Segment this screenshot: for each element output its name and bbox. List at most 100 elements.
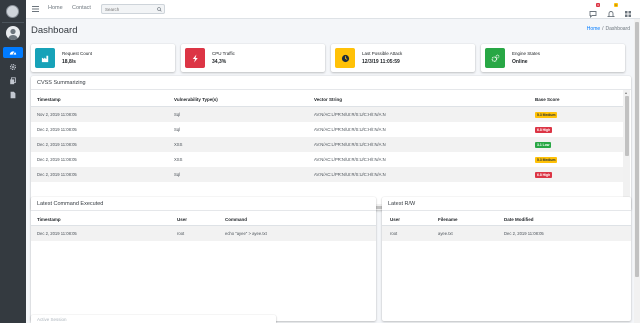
score-badge: 5.3 Medium: [535, 111, 558, 118]
latest-command-card: Latest Command Executed Timestamp User C…: [31, 197, 376, 321]
brand-logo[interactable]: [6, 5, 19, 18]
cell-vector: AV:N/AC:L/PR:N/UI:R/S:U/C:H/I:N/A:N: [314, 142, 386, 147]
table-row: Dec 2, 2019 11:08:05 root echo "ayee" > …: [31, 226, 376, 241]
cvss-card: CVSS Summarizing Timestamp Vulnerability…: [31, 76, 631, 210]
info-box-label: CPU Traffic: [212, 51, 235, 56]
notifications-button[interactable]: 3: [589, 3, 600, 19]
breadcrumb-separator: /: [602, 26, 604, 32]
cell-timestamp: Dec 2, 2019 11:08:05: [37, 231, 77, 236]
messages-badge: 1: [614, 3, 618, 7]
control-sidebar-button[interactable]: [624, 5, 632, 17]
cell-type: XSS: [174, 142, 183, 147]
page-title: Dashboard: [31, 25, 78, 36]
factory-icon: [35, 48, 55, 68]
notifications-badge: 3: [596, 3, 600, 7]
sidebar-item-settings[interactable]: [3, 61, 23, 72]
sidebar-divider: [2, 22, 24, 23]
top-navbar: Home Contact 3 1: [26, 0, 640, 19]
file-icon: [10, 91, 16, 98]
active-session-card: Active Session: [31, 315, 276, 323]
dashboard-icon: [9, 50, 17, 55]
cell-command: echo "ayee" > ayee.txt: [225, 231, 267, 236]
search-button[interactable]: [155, 6, 163, 13]
search-input[interactable]: [105, 6, 153, 13]
breadcrumb-current: Dashboard: [605, 26, 630, 32]
clock-icon: [335, 48, 355, 68]
column-header[interactable]: Command: [225, 217, 247, 222]
cell-date-modified: Dec 2, 2019 11:08:05: [504, 231, 544, 236]
cell-vector: AV:N/AC:L/PR:N/UI:R/S:U/C:H/I:N/A:N: [314, 157, 386, 162]
cell-vector: AV:N/AC:L/PR:N/UI:R/S:U/C:H/I:N/A:N: [314, 172, 386, 177]
column-header[interactable]: Date Modified: [504, 217, 534, 222]
card-title: Latest R/W: [388, 201, 416, 207]
sidebar-item-dashboard[interactable]: [3, 47, 23, 58]
table-row: Dec 2, 2019 11:08:05 Sql AV:N/AC:L/PR:N/…: [31, 167, 623, 182]
scrollbar-thumb[interactable]: [624, 96, 629, 156]
cell-type: Sql: [174, 112, 181, 117]
bell-icon: [606, 11, 616, 18]
comments-icon: [589, 11, 597, 19]
page-scrollbar-thumb[interactable]: [635, 22, 639, 277]
cell-user: root: [177, 231, 185, 236]
sidebar-item-copy[interactable]: [3, 75, 23, 86]
column-header[interactable]: User: [177, 217, 187, 222]
page-scrollbar[interactable]: [634, 19, 640, 323]
column-header[interactable]: Base Score: [535, 97, 560, 102]
info-box-last-attack: Last Possible Attack 12/3/19 11:05:59: [331, 44, 475, 72]
table-row: root ayee.txt Dec 2, 2019 11:08:05: [382, 226, 631, 241]
cell-user: root: [390, 231, 398, 236]
breadcrumb: Home / Dashboard: [587, 26, 630, 32]
info-box-label: Last Possible Attack: [362, 51, 403, 56]
card-title: Active Session: [37, 317, 67, 322]
score-badge: 5.3 Medium: [535, 156, 558, 163]
avatar[interactable]: [6, 26, 20, 40]
column-header[interactable]: Timestamp: [37, 217, 61, 222]
table-row: Dec 2, 2019 11:08:05 XSS AV:N/AC:L/PR:N/…: [31, 137, 623, 152]
cell-vector: AV:N/AC:L/PR:N/UI:R/S:U/C:H/I:N/A:N: [314, 127, 386, 132]
cell-vector: AV:N/AC:L/PR:N/UI:R/S:U/C:H/I:N/A:N: [314, 112, 386, 117]
score-badge: 6.8 High: [535, 171, 553, 178]
vertical-scrollbar[interactable]: [623, 90, 630, 204]
cell-type: XSS: [174, 157, 183, 162]
info-box-label: Engine States: [512, 51, 541, 56]
nav-link-home[interactable]: Home: [48, 5, 63, 11]
cell-timestamp: Dec 2, 2019 11:08:05: [37, 172, 77, 177]
sidebar-item-documents[interactable]: [3, 89, 23, 100]
copy-icon: [10, 76, 16, 84]
card-title: Latest Command Executed: [37, 201, 104, 207]
bolt-icon: [185, 48, 205, 68]
column-header[interactable]: Vector String: [314, 97, 342, 102]
cell-timestamp: Dec 2, 2019 11:08:05: [37, 127, 77, 132]
info-box-value: 12/3/19 11:05:59: [362, 59, 400, 65]
info-box-engine-states: Engine States Online: [481, 44, 625, 72]
card-title: CVSS Summarizing: [37, 80, 86, 86]
search-box: [101, 4, 165, 14]
search-icon: [156, 7, 162, 12]
cell-timestamp: Dec 2, 2019 11:08:05: [37, 142, 77, 147]
cell-type: Sql: [174, 172, 181, 177]
column-header[interactable]: Filename: [438, 217, 458, 222]
hamburger-menu-icon[interactable]: [32, 5, 40, 13]
gear-icon: [9, 63, 17, 70]
column-header[interactable]: Vulnerability Type(s): [174, 97, 218, 102]
cell-timestamp: Nov 2, 2019 11:08:05: [37, 112, 77, 117]
cell-filename: ayee.txt: [438, 231, 453, 236]
nav-link-contact[interactable]: Contact: [72, 5, 91, 11]
info-box-cpu-traffic: CPU Traffic 34,3%: [181, 44, 325, 72]
latest-rw-card: Latest R/W User Filename Date Modified r…: [382, 197, 631, 321]
info-box-value: 34,3%: [212, 59, 227, 65]
card-divider: [31, 89, 631, 90]
breadcrumb-home[interactable]: Home: [587, 26, 600, 32]
table-row: Dec 2, 2019 11:08:05 Sql AV:N/AC:L/PR:N/…: [31, 122, 623, 137]
table-row: Nov 2, 2019 11:08:05 Sql AV:N/AC:L/PR:N/…: [31, 107, 623, 122]
info-box-request-count: Request Count 18,8/s: [31, 44, 175, 72]
score-badge: 3.1 Low: [535, 141, 552, 148]
table-row: Dec 2, 2019 11:08:05 XSS AV:N/AC:L/PR:N/…: [31, 152, 623, 167]
scroll-up-arrow[interactable]: [625, 92, 627, 94]
main-content: Dashboard Home / Dashboard Request Count…: [26, 19, 640, 323]
messages-button[interactable]: 1: [606, 3, 618, 18]
column-header[interactable]: User: [390, 217, 400, 222]
column-header[interactable]: Timestamp: [37, 97, 61, 102]
cell-type: Sql: [174, 127, 181, 132]
sidebar: [0, 0, 26, 323]
